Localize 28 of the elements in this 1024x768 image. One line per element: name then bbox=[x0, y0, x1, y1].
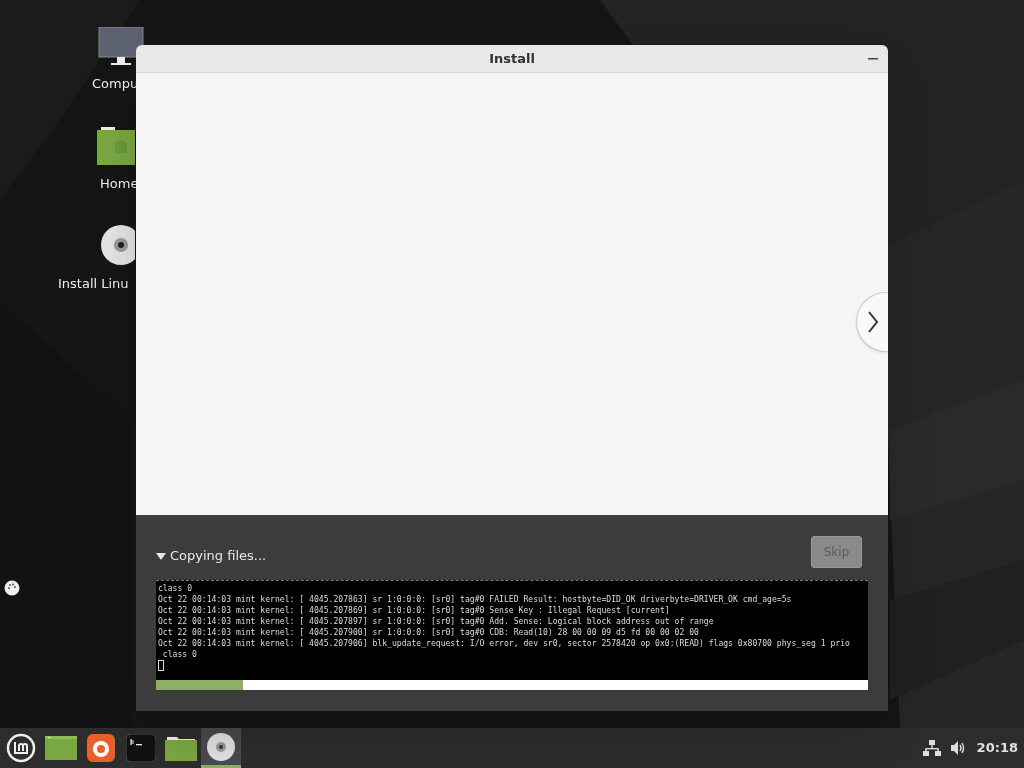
log-line: Oct 22 00:14:03 mint kernel: [ 4045.207869] sr 1:0:0:0: [sr0] tag#0 Sense Key : Illegal Request [current] bbox=[158, 605, 671, 616]
desktop-icon-label[interactable]: Install Linu bbox=[58, 274, 129, 294]
folder-icon bbox=[165, 735, 197, 761]
log-line: Oct 22 00:14:03 mint kernel: [ 4045.207863] sr 1:0:0:0: [sr0] tag#0 FAILED Result: hostbyte=DID_OK driverbyte=DRIVER_OK cmd_age=5s bbox=[158, 594, 793, 605]
log-line: Oct 22 00:14:03 mint kernel: [ 4045.207900] sr 1:0:0:0: [sr0] tag#0 CDB: Read(10) 28 00 00 09 d5 fd 00 00 02 00 bbox=[158, 627, 700, 638]
browser-icon bbox=[87, 734, 115, 762]
disc-icon bbox=[207, 732, 235, 761]
triangle-down-icon bbox=[156, 552, 166, 560]
minimize-icon[interactable] bbox=[868, 58, 878, 60]
desktop-icon bbox=[45, 736, 77, 760]
volume-icon[interactable] bbox=[950, 741, 967, 755]
text-cursor bbox=[158, 660, 164, 671]
log-line: class 0 bbox=[161, 649, 198, 660]
log-line: Oct 22 00:14:03 mint kernel: [ 4045.207897] sr 1:0:0:0: [sr0] tag#0 Add. Sense: Logical block address out of range bbox=[158, 616, 715, 627]
log-line: class 0 bbox=[158, 583, 194, 594]
dotted-disc-icon[interactable] bbox=[4, 580, 20, 596]
clock[interactable]: 20:18 bbox=[976, 738, 1018, 758]
home-icon[interactable] bbox=[97, 127, 135, 167]
window-title: Install bbox=[489, 49, 535, 68]
log-line: Oct 22 00:14:03 mint kernel: [ 4045.207906] blk_update_request: I/O error, dev sr0, sector 2578420 op 0x0:(READ) flags 0x80700 phys_seg 1 prio bbox=[158, 638, 851, 649]
menu-logo-icon bbox=[6, 733, 36, 763]
next-slide-button[interactable] bbox=[856, 292, 888, 352]
taskbar-button[interactable] bbox=[201, 728, 241, 768]
expander-toggle[interactable]: Copying files... bbox=[156, 546, 267, 566]
chevron-right-icon bbox=[866, 311, 879, 333]
network-icon[interactable] bbox=[922, 740, 941, 756]
terminal-icon bbox=[126, 734, 156, 762]
computer-icon[interactable] bbox=[97, 27, 145, 67]
